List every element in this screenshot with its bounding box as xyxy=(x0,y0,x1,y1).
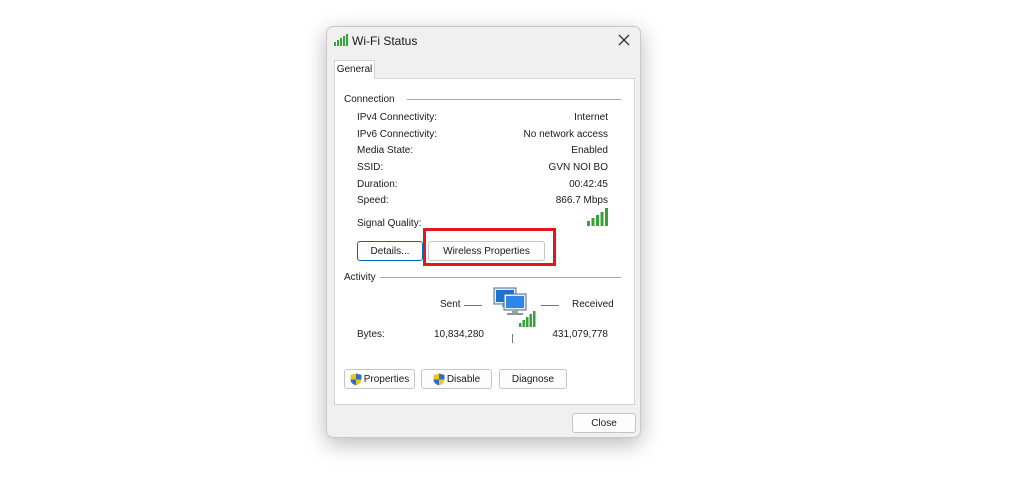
signal-quality-label: Signal Quality: xyxy=(357,218,422,229)
activity-section-label: Activity xyxy=(344,272,376,283)
disable-button[interactable]: Disable xyxy=(421,369,492,389)
connection-section-label: Connection xyxy=(344,94,395,105)
close-icon[interactable] xyxy=(617,33,631,47)
ipv6-value: No network access xyxy=(523,129,608,140)
general-panel: Connection IPv4 Connectivity: Internet I… xyxy=(334,78,635,405)
speed-value: 866.7 Mbps xyxy=(555,195,608,206)
wifi-status-dialog: Wi-Fi Status General Connection IPv4 Con… xyxy=(326,26,641,438)
ipv4-label: IPv4 Connectivity: xyxy=(357,112,438,123)
title-bar: Wi-Fi Status xyxy=(327,27,640,55)
wireless-properties-button[interactable]: Wireless Properties xyxy=(428,241,545,261)
media-state-value: Enabled xyxy=(571,145,608,156)
diagnose-button[interactable]: Diagnose xyxy=(499,369,567,389)
activity-separator xyxy=(512,334,513,343)
uac-shield-icon xyxy=(350,373,362,385)
activity-divider xyxy=(380,277,621,278)
ipv4-value: Internet xyxy=(574,112,608,123)
duration-value: 00:42:45 xyxy=(569,179,608,190)
close-button[interactable]: Close xyxy=(572,413,636,433)
ipv6-label: IPv6 Connectivity: xyxy=(357,129,438,140)
tab-general[interactable]: General xyxy=(334,60,375,79)
sent-line xyxy=(464,305,482,306)
ssid-value: GVN NOI BO xyxy=(548,162,608,173)
bytes-received-value: 431,079,778 xyxy=(552,329,608,340)
connection-divider xyxy=(407,99,621,100)
media-state-label: Media State: xyxy=(357,145,414,156)
wifi-signal-icon xyxy=(334,34,348,46)
bytes-label: Bytes: xyxy=(357,329,385,340)
properties-button-label: Properties xyxy=(363,373,410,385)
window-title: Wi-Fi Status xyxy=(352,34,418,48)
details-button[interactable]: Details... xyxy=(357,241,423,261)
uac-shield-icon xyxy=(433,373,445,385)
network-computers-icon xyxy=(493,287,536,327)
bytes-sent-value: 10,834,280 xyxy=(433,329,484,340)
properties-button[interactable]: Properties xyxy=(344,369,415,389)
received-label: Received xyxy=(572,299,614,310)
signal-quality-bars-icon xyxy=(587,208,608,226)
received-line xyxy=(541,305,559,306)
ssid-label: SSID: xyxy=(357,162,384,173)
speed-label: Speed: xyxy=(357,195,389,206)
sent-label: Sent xyxy=(440,299,461,310)
disable-button-label: Disable xyxy=(446,373,481,385)
duration-label: Duration: xyxy=(357,179,398,190)
